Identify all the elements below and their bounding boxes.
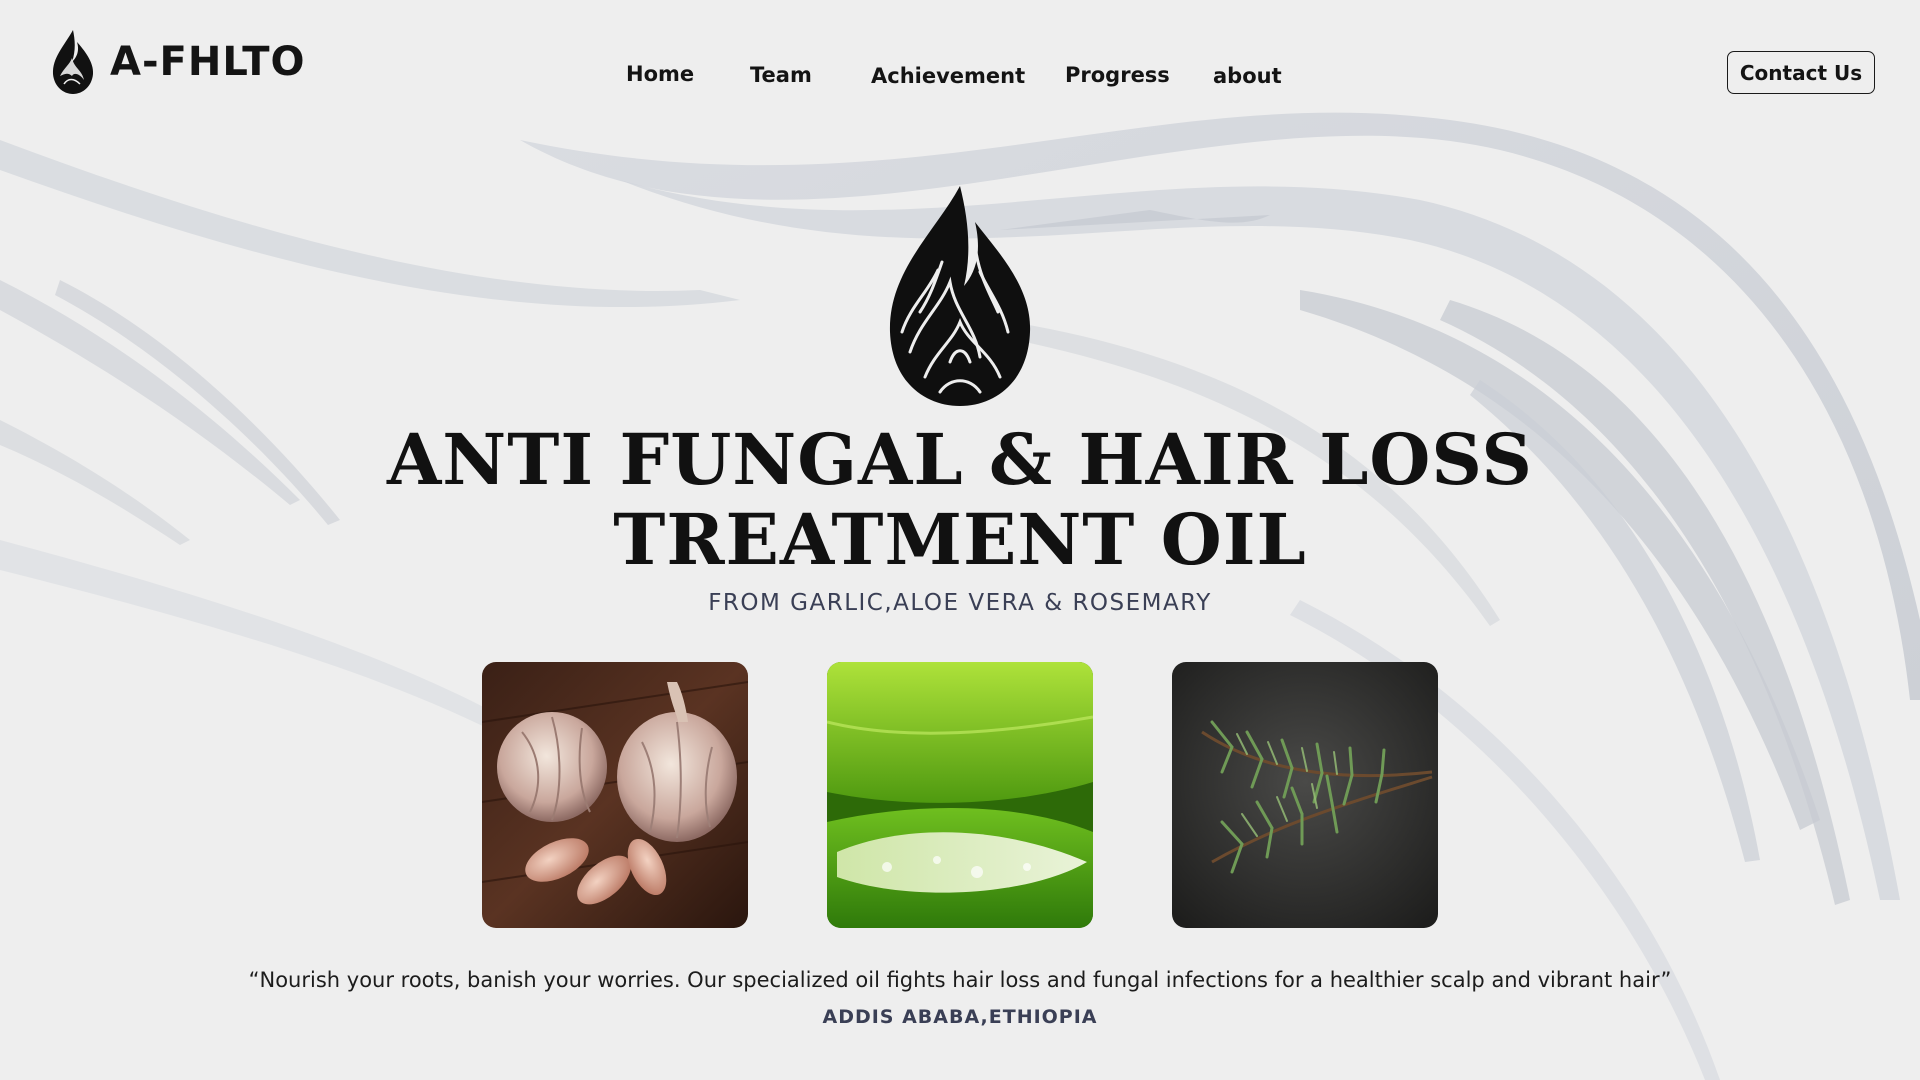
contact-us-button[interactable]: Contact Us xyxy=(1727,51,1875,94)
hero-title-line2: TREATMENT OIL xyxy=(613,498,1307,581)
hero-title-line1: ANTI FUNGAL & HAIR LOSS xyxy=(387,418,1533,501)
nav-team[interactable]: Team xyxy=(750,63,812,87)
garlic-photo xyxy=(482,662,748,928)
main-nav: Home Team Achievement Progress about xyxy=(0,62,1920,92)
quote-text: “Nourish your roots, banish your worries… xyxy=(248,968,1672,992)
nav-home[interactable]: Home xyxy=(626,62,694,86)
nav-about[interactable]: about xyxy=(1213,64,1282,88)
hero-subtitle: FROM GARLIC,ALOE VERA & ROSEMARY xyxy=(708,590,1212,616)
rosemary-photo xyxy=(1172,662,1438,928)
landing-page: A-FHLTO Home Team Achievement Progress a… xyxy=(0,0,1920,1080)
aloe-vera-photo xyxy=(827,662,1093,928)
nav-progress[interactable]: Progress xyxy=(1065,63,1170,87)
hero-title: ANTI FUNGAL & HAIR LOSS TREATMENT OIL xyxy=(360,420,1560,580)
location-label: ADDIS ABABA,ETHIOPIA xyxy=(822,1006,1098,1028)
oil-drop-flame-icon xyxy=(889,186,1031,406)
nav-achievement[interactable]: Achievement xyxy=(871,64,1025,88)
